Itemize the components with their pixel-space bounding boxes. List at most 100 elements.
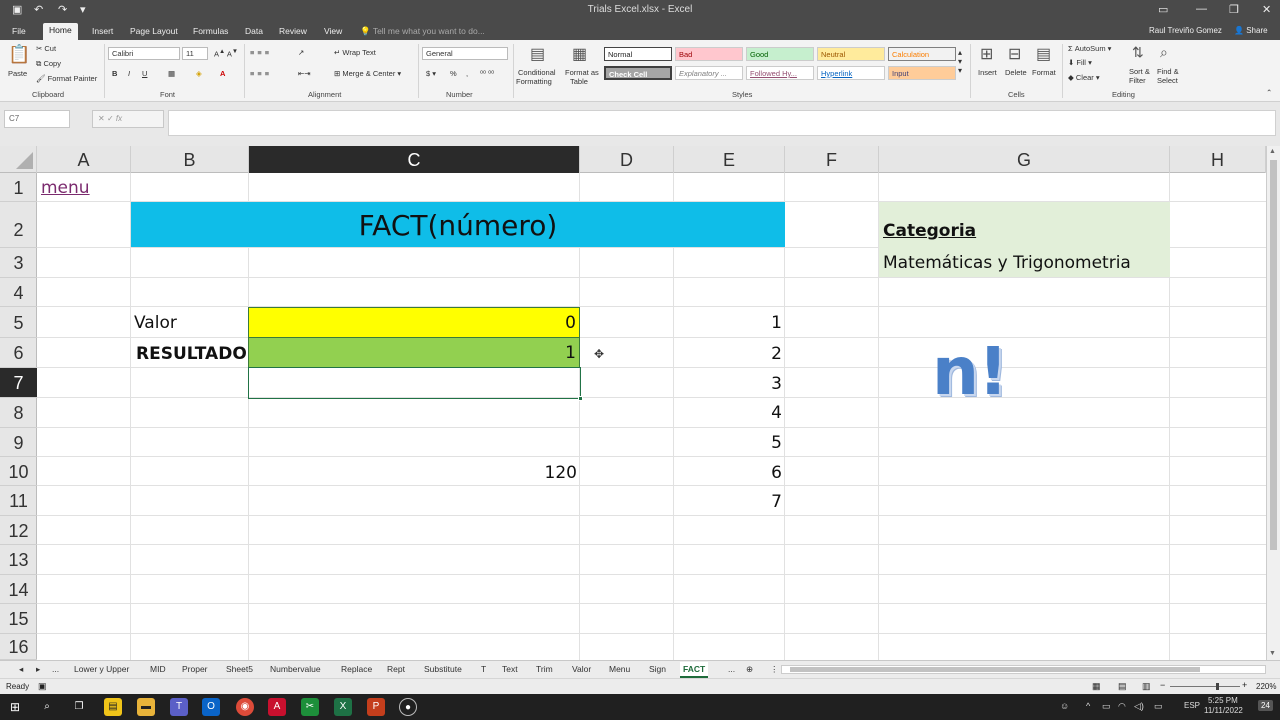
file-explorer-icon[interactable]: ▬ xyxy=(137,698,155,716)
search-icon[interactable]: ⌕ xyxy=(38,698,56,716)
select-all-corner[interactable] xyxy=(0,146,37,173)
sheet-tab[interactable]: Trim xyxy=(533,662,556,676)
next-sheet-icon[interactable]: ▸ xyxy=(33,662,43,677)
h-scroll-thumb[interactable] xyxy=(790,667,1200,672)
cut-button[interactable]: ✂ Cut xyxy=(36,44,56,53)
style-bad[interactable]: Bad xyxy=(675,47,743,61)
vertical-scrollbar[interactable]: ▲ ▼ xyxy=(1266,146,1280,660)
task-view-icon[interactable]: ❐ xyxy=(70,698,88,716)
row-header-13[interactable]: 13 xyxy=(0,545,37,575)
sticky-notes-icon[interactable]: ▤ xyxy=(104,698,122,716)
zoom-in-icon[interactable]: + xyxy=(1242,680,1247,690)
row-header-14[interactable]: 14 xyxy=(0,575,37,604)
scroll-down-icon[interactable]: ▼ xyxy=(1269,650,1276,657)
cancel-icon[interactable]: ✕ xyxy=(98,114,105,123)
close-icon[interactable]: ✕ xyxy=(1262,3,1271,16)
sheet-tab[interactable]: ... xyxy=(725,662,738,676)
sheet-tab[interactable]: Replace xyxy=(338,662,375,676)
fill-button[interactable]: ⬇ Fill ▾ xyxy=(1068,58,1092,67)
fill-handle[interactable] xyxy=(578,396,583,401)
network-icon[interactable]: ▭ xyxy=(1102,701,1111,712)
sheet-tab[interactable]: ... xyxy=(49,662,62,676)
font-grow-icon[interactable]: A▲ A▼ xyxy=(214,48,238,59)
tab-page-layout[interactable]: Page Layout xyxy=(124,24,184,38)
zoom-out-icon[interactable]: − xyxy=(1160,680,1165,690)
vertical-align-icons[interactable]: ≡≡≡ xyxy=(250,48,272,57)
paste-icon[interactable]: 📋 xyxy=(8,44,30,65)
people-icon[interactable]: ☺ xyxy=(1060,701,1069,711)
sheet-tab-active[interactable]: FACT xyxy=(680,662,709,678)
column-header-d[interactable]: D xyxy=(580,146,674,173)
column-header-f[interactable]: F xyxy=(785,146,879,173)
sheet-tab[interactable]: Proper xyxy=(179,662,211,676)
scroll-up-icon[interactable]: ▲ xyxy=(1269,148,1276,155)
row-header-3[interactable]: 3 xyxy=(0,248,37,278)
indent-icon[interactable]: ⇤⇥ xyxy=(298,69,311,78)
tab-split-icon[interactable]: ⋮ xyxy=(767,662,782,677)
italic-button[interactable]: I xyxy=(128,69,130,78)
user-name[interactable]: Raul Treviño Gomez xyxy=(1143,24,1228,37)
row-header-15[interactable]: 15 xyxy=(0,604,37,634)
scroll-thumb[interactable] xyxy=(1270,160,1277,550)
find-select-button[interactable]: Find & xyxy=(1157,67,1179,76)
powerpoint-icon[interactable]: P xyxy=(367,698,385,716)
tab-file[interactable]: File xyxy=(6,24,32,38)
worksheet-grid[interactable]: menu FACT(número) Categoria Matemáticas … xyxy=(37,173,1266,660)
fill-color-icon[interactable]: ◈ xyxy=(196,69,202,78)
sheet-tab[interactable]: Numbervalue xyxy=(267,662,324,676)
format-cells-icon[interactable]: ▤ xyxy=(1036,44,1051,64)
teams-icon[interactable]: T xyxy=(170,698,188,716)
collapse-ribbon-icon[interactable]: ⌃ xyxy=(1266,88,1272,97)
sort-filter-icon[interactable]: ⇅ xyxy=(1132,44,1144,61)
column-header-c[interactable]: C xyxy=(249,146,580,173)
decimal-icons[interactable]: ⁰⁰ ⁰⁰ xyxy=(480,69,494,78)
tell-me-box[interactable]: 💡 Tell me what you want to do... xyxy=(354,24,491,39)
row-header-9[interactable]: 9 xyxy=(0,428,37,457)
restore-icon[interactable]: ❐ xyxy=(1229,3,1239,16)
style-input[interactable]: Input xyxy=(888,66,956,80)
windows-start-icon[interactable]: ⊞ xyxy=(6,698,24,716)
conditional-formatting-icon[interactable]: ▤ xyxy=(530,44,545,64)
clock-time[interactable]: 5:25 PM xyxy=(1208,696,1238,705)
sheet-tab[interactable]: T xyxy=(478,662,489,676)
snip-icon[interactable]: ✂ xyxy=(301,698,319,716)
row-header-12[interactable]: 12 xyxy=(0,516,37,545)
wifi-icon[interactable]: ◠ xyxy=(1118,701,1126,712)
bold-button[interactable]: B xyxy=(112,69,117,78)
style-calculation[interactable]: Calculation xyxy=(888,47,956,61)
sheet-tab[interactable]: Sign xyxy=(646,662,669,676)
wrap-text-button[interactable]: ↵ Wrap Text xyxy=(334,48,376,57)
battery-icon[interactable]: ▭ xyxy=(1154,701,1163,712)
normal-view-icon[interactable]: ▦ xyxy=(1092,681,1101,692)
row-header-10[interactable]: 10 xyxy=(0,457,37,486)
autosum-button[interactable]: Σ AutoSum ▾ xyxy=(1068,44,1111,53)
outlook-icon[interactable]: O xyxy=(202,698,220,716)
obs-icon[interactable]: ● xyxy=(399,698,417,716)
insert-function-icon[interactable]: fx xyxy=(116,114,122,123)
orientation-icon[interactable]: ↗ xyxy=(298,48,304,57)
number-format-select[interactable]: General xyxy=(422,47,508,60)
style-followed-hyperlink[interactable]: Followed Hy... xyxy=(746,66,814,80)
tab-review[interactable]: Review xyxy=(273,24,313,38)
horizontal-scrollbar[interactable] xyxy=(781,665,1266,674)
zoom-slider[interactable] xyxy=(1170,683,1240,690)
zoom-level[interactable]: 220% xyxy=(1256,682,1276,691)
active-cell-c7[interactable] xyxy=(248,367,583,401)
row-header-5[interactable]: 5 xyxy=(0,307,37,338)
font-name-select[interactable]: Calibri xyxy=(108,47,180,60)
volume-icon[interactable]: ◁) xyxy=(1134,701,1144,712)
copy-button[interactable]: ⧉ Copy xyxy=(36,59,61,69)
name-box[interactable]: C7 xyxy=(4,110,70,128)
conditional-formatting-button[interactable]: Conditional xyxy=(518,68,556,77)
enter-icon[interactable]: ✓ xyxy=(107,114,114,123)
column-header-h[interactable]: H xyxy=(1170,146,1266,173)
format-as-table-button[interactable]: Format as xyxy=(565,68,599,77)
sheet-tab[interactable]: Valor xyxy=(569,662,594,676)
sheet-tab[interactable]: Rept xyxy=(384,662,408,676)
menu-link[interactable]: menu xyxy=(41,178,90,198)
styles-scroll-icon[interactable]: ▴ ▾ ▾ xyxy=(958,48,962,75)
resultado-cell[interactable]: 1 xyxy=(248,337,580,368)
language-indicator[interactable]: ESP xyxy=(1184,701,1200,710)
horizontal-align-icons[interactable]: ≡≡≡ xyxy=(250,69,272,78)
style-normal[interactable]: Normal xyxy=(604,47,672,61)
